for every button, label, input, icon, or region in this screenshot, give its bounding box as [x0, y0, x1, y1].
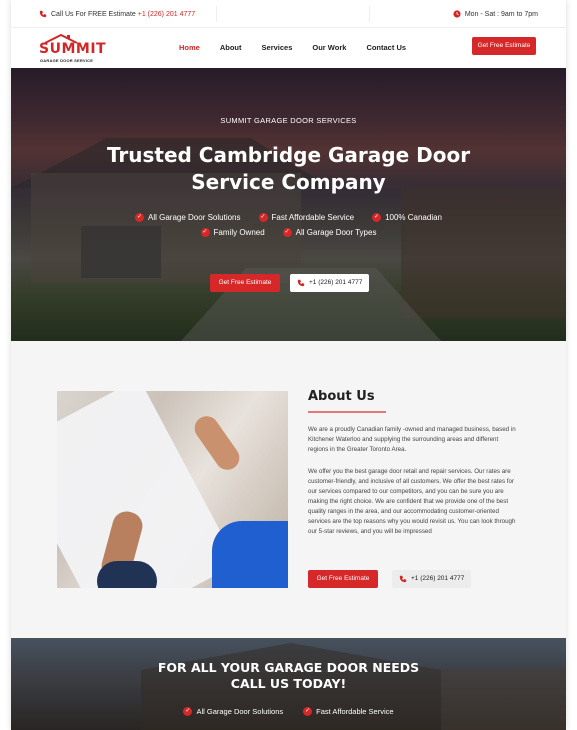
check-icon: ✓ [183, 707, 193, 716]
logo-name: SUMMIT [39, 41, 107, 57]
hero-phone-button[interactable]: +1 (226) 201 4777 [290, 274, 370, 292]
hero-title: Trusted Cambridge Garage Door Service Co… [106, 143, 471, 194]
hero-content: SUMMIT GARAGE DOOR SERVICES Trusted Camb… [11, 68, 566, 341]
hours-text: Mon - Sat : 9am to 7pm [464, 10, 538, 18]
divider [369, 6, 370, 22]
phone-icon [399, 575, 407, 583]
check-icon: ✓ [282, 228, 292, 237]
nav-item-our-work[interactable]: Our Work [312, 43, 346, 52]
site-header: SUMMIT GARAGE DOOR SERVICE Home About Se… [11, 28, 566, 68]
technician-sleeve [212, 521, 288, 588]
logo-tagline: GARAGE DOOR SERVICE [40, 58, 94, 63]
business-hours: Mon - Sat : 9am to 7pm [453, 10, 538, 18]
page-frame: Call Us For FREE Estimate +1 (226) 201 4… [11, 0, 566, 730]
topbar-phone[interactable]: +1 (226) 201 4777 [138, 11, 195, 18]
about-photo [57, 391, 288, 588]
nav-item-services[interactable]: Services [262, 43, 293, 52]
hero-section: SUMMIT GARAGE DOOR SERVICES Trusted Camb… [11, 68, 566, 341]
check-icon: ✓ [372, 213, 382, 222]
call-estimate[interactable]: Call Us For FREE Estimate +1 (226) 201 4… [39, 10, 195, 18]
technician-glove [97, 561, 157, 588]
call-label: Call Us For FREE Estimate [51, 10, 136, 18]
feature-item: ✓ All Garage Door Solutions [183, 707, 284, 716]
hero-kicker: SUMMIT GARAGE DOOR SERVICES [220, 116, 357, 125]
about-paragraph-2: We offer you the best garage door retail… [308, 468, 516, 535]
logo[interactable]: SUMMIT GARAGE DOOR SERVICE [39, 33, 106, 63]
feature-item: ✓ Fast Affordable Service [303, 707, 394, 716]
divider [216, 6, 217, 22]
check-icon: ✓ [200, 228, 210, 237]
call-banner: FOR ALL YOUR GARAGE DOOR NEEDS CALL US TO… [11, 638, 566, 730]
clock-icon [453, 10, 461, 18]
header-estimate-button[interactable]: Get Free Estimate [472, 37, 536, 55]
feature-item: ✓ Fast Affordable Service [258, 213, 355, 222]
about-cta: Get Free Estimate +1 (226) 201 4777 [308, 570, 472, 588]
about-paragraph-1: We are a proudly Canadian family -owned … [308, 426, 516, 453]
phone-icon [297, 279, 305, 287]
check-icon: ✓ [303, 707, 313, 716]
technician-arm [189, 411, 245, 475]
phone-icon [39, 10, 47, 18]
about-section: About Us We are a proudly Canadian famil… [11, 341, 566, 638]
hero-cta: Get Free Estimate +1 (226) 201 4777 [210, 274, 370, 292]
about-title: About Us [308, 389, 375, 404]
main-nav: Home About Services Our Work Contact Us [179, 43, 426, 52]
feature-item: ✓ All Garage Door Types [282, 228, 377, 237]
about-phone-button[interactable]: +1 (226) 201 4777 [392, 570, 472, 588]
top-bar: Call Us For FREE Estimate +1 (226) 201 4… [11, 0, 566, 28]
check-icon: ✓ [258, 213, 268, 222]
banner-title: FOR ALL YOUR GARAGE DOOR NEEDS CALL US TO… [157, 660, 420, 691]
about-text: About Us We are a proudly Canadian famil… [308, 389, 520, 537]
feature-item: ✓ Family Owned [200, 228, 265, 237]
nav-item-about[interactable]: About [220, 43, 242, 52]
feature-item: ✓ 100% Canadian [372, 213, 442, 222]
nav-item-home[interactable]: Home [179, 43, 200, 52]
title-underline [308, 411, 386, 413]
feature-item: ✓ All Garage Door Solutions [135, 213, 241, 222]
check-icon: ✓ [135, 213, 144, 222]
about-estimate-button[interactable]: Get Free Estimate [308, 570, 378, 588]
hero-estimate-button[interactable]: Get Free Estimate [210, 274, 280, 292]
hero-features: ✓ All Garage Door Solutions ✓ Fast Afforda… [11, 213, 566, 243]
banner-features: ✓ All Garage Door Solutions ✓ Fast Afforda… [11, 707, 566, 716]
nav-item-contact-us[interactable]: Contact Us [366, 43, 406, 52]
